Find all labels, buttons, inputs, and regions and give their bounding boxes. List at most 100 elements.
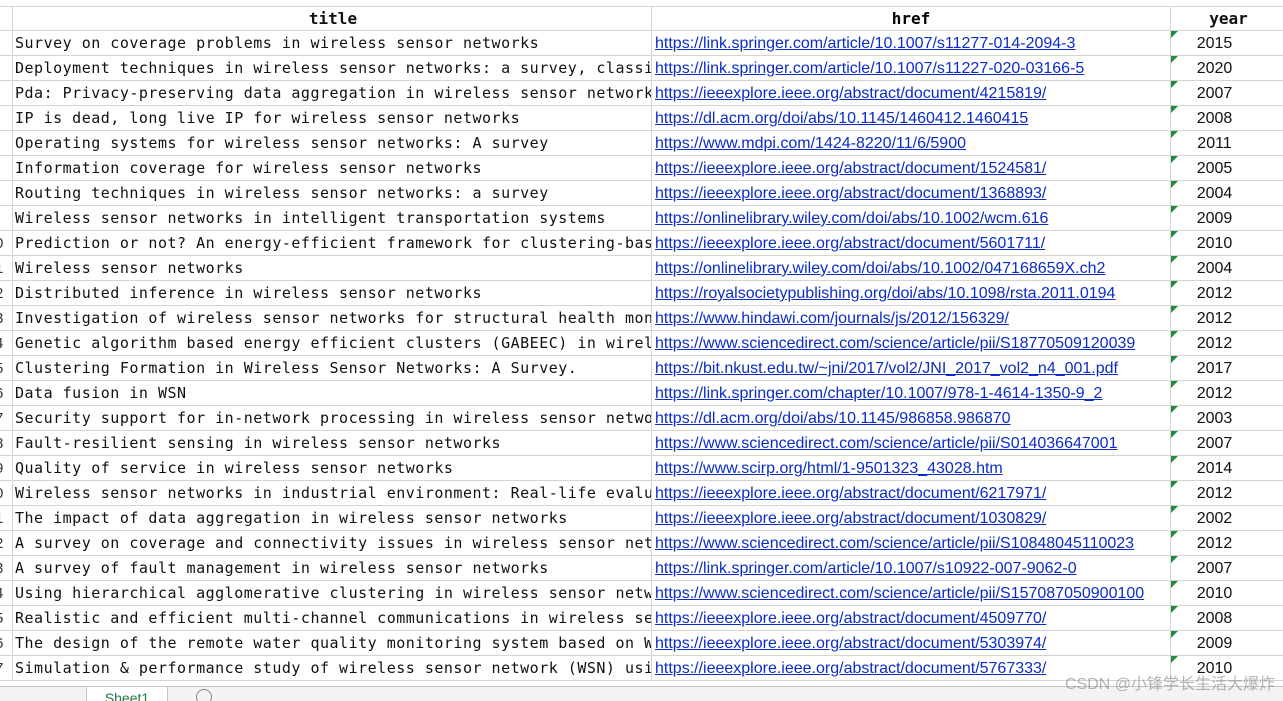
row-number[interactable]: 0 <box>0 231 13 256</box>
href-cell[interactable]: https://ieeexplore.ieee.org/abstract/doc… <box>652 481 1171 506</box>
href-cell[interactable]: https://www.mdpi.com/1424-8220/11/6/5900 <box>652 131 1171 156</box>
href-link[interactable]: https://ieeexplore.ieee.org/abstract/doc… <box>655 235 1045 252</box>
add-sheet-icon[interactable] <box>196 689 212 701</box>
row-number[interactable] <box>0 56 13 81</box>
row-number-header[interactable] <box>0 6 13 31</box>
year-cell[interactable]: 2008 <box>1171 606 1283 631</box>
title-cell[interactable]: A survey of fault management in wireless… <box>13 556 652 581</box>
year-cell[interactable]: 2007 <box>1171 81 1283 106</box>
href-link[interactable]: https://link.springer.com/chapter/10.100… <box>655 385 1102 402</box>
year-cell[interactable]: 2008 <box>1171 106 1283 131</box>
year-cell[interactable]: 2020 <box>1171 56 1283 81</box>
year-cell[interactable]: 2015 <box>1171 31 1283 56</box>
row-number[interactable]: 5 <box>0 606 13 631</box>
title-cell[interactable]: Data fusion in WSN <box>13 381 652 406</box>
title-cell[interactable]: Information coverage for wireless sensor… <box>13 156 652 181</box>
row-number[interactable]: 0 <box>0 481 13 506</box>
row-number[interactable]: 3 <box>0 306 13 331</box>
year-cell[interactable]: 2009 <box>1171 631 1283 656</box>
year-cell[interactable]: 2012 <box>1171 331 1283 356</box>
year-cell[interactable]: 2012 <box>1171 531 1283 556</box>
row-number[interactable]: 9 <box>0 456 13 481</box>
year-cell[interactable]: 2007 <box>1171 556 1283 581</box>
row-number[interactable]: 6 <box>0 631 13 656</box>
row-number[interactable] <box>0 81 13 106</box>
row-number[interactable] <box>0 181 13 206</box>
row-number[interactable] <box>0 31 13 56</box>
title-cell[interactable]: Fault-resilient sensing in wireless sens… <box>13 431 652 456</box>
href-cell[interactable]: https://www.sciencedirect.com/science/ar… <box>652 531 1171 556</box>
row-number[interactable] <box>0 206 13 231</box>
title-cell[interactable]: The impact of data aggregation in wirele… <box>13 506 652 531</box>
href-link[interactable]: https://ieeexplore.ieee.org/abstract/doc… <box>655 185 1046 202</box>
href-link[interactable]: https://royalsocietypublishing.org/doi/a… <box>655 285 1115 302</box>
href-link[interactable]: https://onlinelibrary.wiley.com/doi/abs/… <box>655 260 1105 277</box>
href-cell[interactable]: https://link.springer.com/article/10.100… <box>652 56 1171 81</box>
href-cell[interactable]: https://link.springer.com/article/10.100… <box>652 31 1171 56</box>
title-cell[interactable]: Deployment techniques in wireless sensor… <box>13 56 652 81</box>
year-cell[interactable]: 2012 <box>1171 381 1283 406</box>
href-link[interactable]: https://www.sciencedirect.com/science/ar… <box>655 335 1135 352</box>
year-cell[interactable]: 2011 <box>1171 131 1283 156</box>
row-number[interactable]: 7 <box>0 406 13 431</box>
href-cell[interactable]: https://www.hindawi.com/journals/js/2012… <box>652 306 1171 331</box>
year-cell[interactable]: 2012 <box>1171 481 1283 506</box>
row-number[interactable]: 4 <box>0 581 13 606</box>
href-link[interactable]: https://ieeexplore.ieee.org/abstract/doc… <box>655 85 1046 102</box>
href-cell[interactable]: https://ieeexplore.ieee.org/abstract/doc… <box>652 631 1171 656</box>
title-cell[interactable]: IP is dead, long live IP for wireless se… <box>13 106 652 131</box>
year-cell[interactable]: 2014 <box>1171 456 1283 481</box>
href-link[interactable]: https://www.sciencedirect.com/science/ar… <box>655 585 1144 602</box>
title-cell[interactable]: Survey on coverage problems in wireless … <box>13 31 652 56</box>
href-link[interactable]: https://dl.acm.org/doi/abs/10.1145/98685… <box>655 410 1011 427</box>
href-cell[interactable]: https://www.sciencedirect.com/science/ar… <box>652 331 1171 356</box>
title-cell[interactable]: Routing techniques in wireless sensor ne… <box>13 181 652 206</box>
title-cell[interactable]: Clustering Formation in Wireless Sensor … <box>13 356 652 381</box>
href-link[interactable]: https://ieeexplore.ieee.org/abstract/doc… <box>655 485 1046 502</box>
year-cell[interactable]: 2004 <box>1171 181 1283 206</box>
href-link[interactable]: https://link.springer.com/article/10.100… <box>655 560 1077 577</box>
row-number[interactable] <box>0 131 13 156</box>
header-cell-href[interactable]: href <box>652 6 1171 31</box>
year-cell[interactable]: 2007 <box>1171 431 1283 456</box>
href-link[interactable]: https://www.sciencedirect.com/science/ar… <box>655 435 1117 452</box>
href-link[interactable]: https://www.scirp.org/html/1-9501323_430… <box>655 460 1003 477</box>
title-cell[interactable]: Operating systems for wireless sensor ne… <box>13 131 652 156</box>
href-cell[interactable]: https://ieeexplore.ieee.org/abstract/doc… <box>652 81 1171 106</box>
href-cell[interactable]: https://link.springer.com/chapter/10.100… <box>652 381 1171 406</box>
title-cell[interactable]: A survey on coverage and connectivity is… <box>13 531 652 556</box>
year-cell[interactable]: 2012 <box>1171 306 1283 331</box>
row-number[interactable]: 6 <box>0 381 13 406</box>
year-cell[interactable]: 2017 <box>1171 356 1283 381</box>
row-number[interactable]: 2 <box>0 281 13 306</box>
row-number[interactable]: 1 <box>0 506 13 531</box>
href-cell[interactable]: https://link.springer.com/article/10.100… <box>652 556 1171 581</box>
year-cell[interactable]: 2002 <box>1171 506 1283 531</box>
href-cell[interactable]: https://www.scirp.org/html/1-9501323_430… <box>652 456 1171 481</box>
year-cell[interactable]: 2010 <box>1171 581 1283 606</box>
title-cell[interactable]: Investigation of wireless sensor network… <box>13 306 652 331</box>
year-cell[interactable]: 2012 <box>1171 281 1283 306</box>
href-cell[interactable]: https://royalsocietypublishing.org/doi/a… <box>652 281 1171 306</box>
title-cell[interactable]: Pda: Privacy-preserving data aggregation… <box>13 81 652 106</box>
title-cell[interactable]: Realistic and efficient multi-channel co… <box>13 606 652 631</box>
row-number[interactable]: 1 <box>0 256 13 281</box>
href-link[interactable]: https://dl.acm.org/doi/abs/10.1145/14604… <box>655 110 1028 127</box>
href-cell[interactable]: https://www.sciencedirect.com/science/ar… <box>652 431 1171 456</box>
title-cell[interactable]: Wireless sensor networks <box>13 256 652 281</box>
href-cell[interactable]: https://ieeexplore.ieee.org/abstract/doc… <box>652 231 1171 256</box>
href-link[interactable]: https://link.springer.com/article/10.100… <box>655 60 1084 77</box>
year-cell[interactable]: 2009 <box>1171 206 1283 231</box>
title-cell[interactable]: Using hierarchical agglomerative cluster… <box>13 581 652 606</box>
title-cell[interactable]: Security support for in-network processi… <box>13 406 652 431</box>
href-link[interactable]: https://onlinelibrary.wiley.com/doi/abs/… <box>655 210 1048 227</box>
row-number[interactable]: 4 <box>0 331 13 356</box>
href-link[interactable]: https://ieeexplore.ieee.org/abstract/doc… <box>655 510 1046 527</box>
year-cell[interactable]: 2003 <box>1171 406 1283 431</box>
href-link[interactable]: https://www.sciencedirect.com/science/ar… <box>655 535 1134 552</box>
href-cell[interactable]: https://www.sciencedirect.com/science/ar… <box>652 581 1171 606</box>
row-number[interactable] <box>0 106 13 131</box>
href-cell[interactable]: https://ieeexplore.ieee.org/abstract/doc… <box>652 506 1171 531</box>
href-link[interactable]: https://bit.nkust.edu.tw/~jni/2017/vol2/… <box>655 360 1118 377</box>
href-cell[interactable]: https://ieeexplore.ieee.org/abstract/doc… <box>652 606 1171 631</box>
